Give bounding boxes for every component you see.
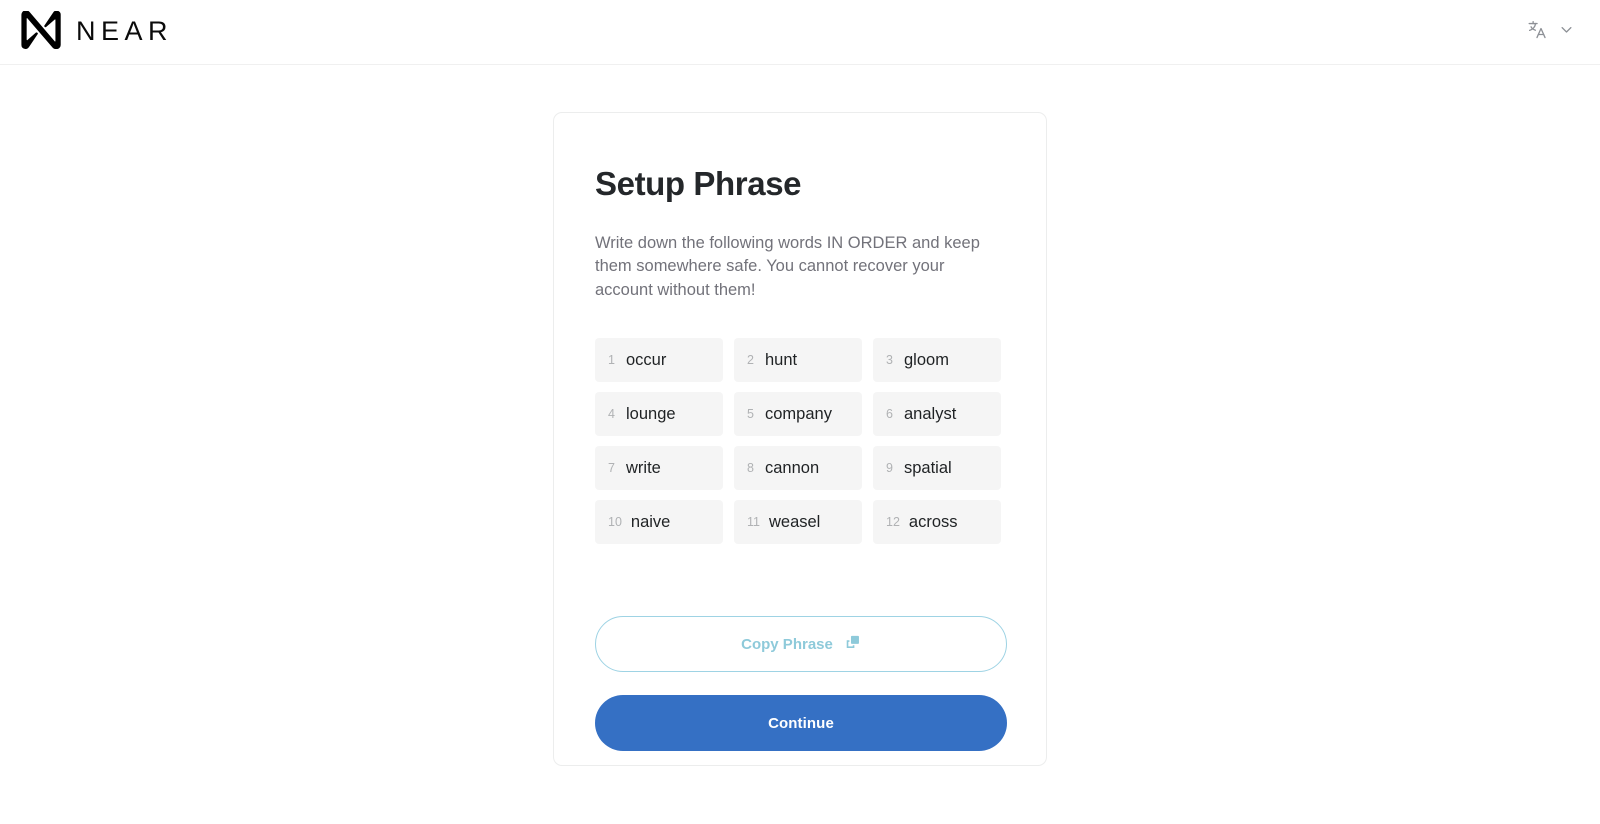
seed-word-text: gloom (904, 350, 949, 369)
seed-word-index: 11 (747, 515, 760, 530)
seed-word-chip: 7 write (595, 446, 723, 491)
app-header: NEAR (0, 0, 1600, 65)
seed-word-chip: 11 weasel (734, 500, 862, 545)
continue-button[interactable]: Continue (595, 695, 1007, 752)
setup-phrase-card: Setup Phrase Write down the following wo… (553, 112, 1047, 766)
seed-word-index: 3 (886, 353, 893, 368)
seed-word-text: occur (626, 350, 667, 369)
chevron-down-icon (1559, 22, 1574, 42)
seed-word-index: 4 (608, 407, 615, 422)
page-description: Write down the following words IN ORDER … (595, 233, 980, 299)
seed-word-chip: 8 cannon (734, 446, 862, 491)
copy-icon (844, 634, 861, 655)
seed-word-index: 9 (886, 461, 893, 476)
page-body: Setup Phrase Write down the following wo… (0, 65, 1600, 824)
page-title: Setup Phrase (595, 165, 802, 202)
seed-phrase-grid: 1 occur 2 hunt 3 gloom 4 lounge 5 compan… (595, 338, 1005, 545)
seed-word-index: 12 (886, 515, 900, 530)
seed-word-text: company (765, 404, 832, 423)
seed-word-chip: 1 occur (595, 338, 723, 383)
seed-word-chip: 4 lounge (595, 392, 723, 437)
seed-word-chip: 6 analyst (873, 392, 1001, 437)
seed-word-text: naive (630, 512, 671, 531)
seed-word-text: lounge (626, 404, 676, 423)
seed-word-chip: 12 across (873, 500, 1001, 545)
seed-word-chip: 3 gloom (873, 338, 1001, 383)
translate-icon (1527, 19, 1548, 45)
brand-name: NEAR (76, 15, 174, 46)
seed-word-index: 7 (608, 461, 615, 476)
action-buttons: Copy Phrase Continue (595, 616, 1007, 752)
language-switcher[interactable] (1523, 13, 1578, 51)
seed-word-index: 1 (608, 353, 615, 368)
seed-word-text: analyst (904, 404, 957, 423)
continue-label: Continue (768, 714, 834, 732)
seed-word-chip: 9 spatial (873, 446, 1001, 491)
seed-word-text: across (908, 512, 958, 531)
seed-word-text: weasel (768, 512, 821, 531)
seed-word-chip: 5 company (734, 392, 862, 437)
brand-logo[interactable]: NEAR (20, 0, 173, 64)
seed-word-chip: 10 naive (595, 500, 723, 545)
copy-phrase-label: Copy Phrase (741, 635, 833, 653)
seed-word-index: 8 (747, 461, 754, 476)
near-logo-icon (20, 9, 62, 54)
seed-word-index: 10 (608, 515, 622, 530)
seed-word-chip: 2 hunt (734, 338, 862, 383)
copy-phrase-button[interactable]: Copy Phrase (595, 616, 1007, 673)
seed-word-index: 2 (747, 353, 754, 368)
seed-word-text: cannon (765, 458, 820, 477)
seed-word-text: spatial (904, 458, 952, 477)
seed-word-text: hunt (765, 350, 798, 369)
seed-word-text: write (626, 458, 661, 477)
seed-word-index: 6 (886, 407, 893, 422)
seed-word-index: 5 (747, 407, 754, 422)
